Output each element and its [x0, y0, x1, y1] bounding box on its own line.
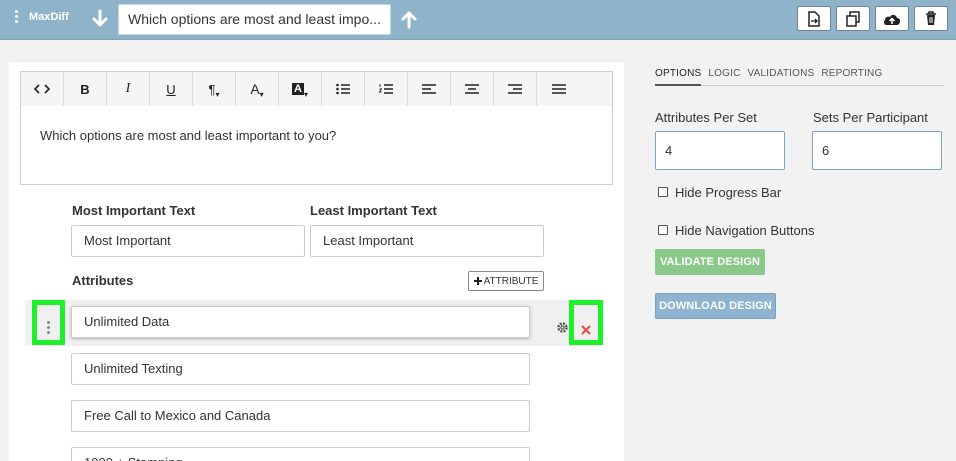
add-attribute-button[interactable]: ATTRIBUTE: [468, 271, 544, 291]
least-important-input[interactable]: Least Important: [310, 225, 544, 257]
background-color-button[interactable]: A ▾: [279, 72, 322, 106]
delete-attribute-icon[interactable]: [581, 323, 591, 338]
settings-tabs: OPTIONS LOGIC VALIDATIONS REPORTING: [655, 66, 944, 86]
attribute-input[interactable]: Unlimited Texting: [71, 353, 530, 385]
attributes-heading: Attributes: [72, 273, 134, 288]
bold-button[interactable]: B: [64, 72, 107, 106]
move-down-icon[interactable]: [91, 9, 109, 29]
sets-per-participant-label: Sets Per Participant: [813, 110, 928, 125]
align-left-icon: [422, 84, 436, 94]
sets-per-participant-input[interactable]: 6: [812, 131, 942, 170]
copy-icon: [846, 10, 860, 27]
cloud-upload-icon: [883, 14, 901, 25]
attribute-input[interactable]: Unlimited Data: [71, 306, 530, 338]
plus-icon: [473, 277, 482, 285]
code-view-button[interactable]: [21, 72, 64, 106]
hide-navigation-label: Hide Navigation Buttons: [675, 223, 815, 238]
upload-button[interactable]: [875, 6, 909, 31]
bullet-list-icon: [336, 83, 350, 95]
tab-reporting[interactable]: REPORTING: [821, 66, 882, 85]
highlight-icon: A: [292, 83, 304, 95]
hide-progress-bar-label: Hide Progress Bar: [675, 185, 782, 200]
export-button[interactable]: [797, 6, 831, 31]
move-up-icon[interactable]: [400, 9, 418, 29]
tab-logic[interactable]: LOGIC: [708, 66, 740, 85]
tab-options[interactable]: OPTIONS: [655, 66, 702, 86]
attributes-per-set-label: Attributes Per Set: [655, 110, 757, 125]
align-right-icon: [508, 84, 522, 94]
hide-progress-bar-checkbox[interactable]: [658, 187, 668, 197]
justify-icon: [551, 84, 566, 94]
question-text-editor[interactable]: Which options are most and least importa…: [20, 106, 613, 185]
font-color-button[interactable]: A ▾: [236, 72, 279, 106]
italic-button[interactable]: I: [107, 72, 150, 106]
download-design-button[interactable]: DOWNLOAD DESIGN: [655, 293, 776, 319]
tab-validations[interactable]: VALIDATIONS: [748, 66, 815, 85]
drag-handle-icon[interactable]: [47, 321, 51, 337]
rich-text-toolbar: B I U ¶ ▾ A ▾ A ▾: [20, 71, 613, 107]
question-title-input[interactable]: Which options are most and least impo...: [118, 4, 391, 35]
justify-button[interactable]: [537, 72, 580, 106]
validate-design-button[interactable]: VALIDATE DESIGN: [655, 249, 765, 275]
align-center-button[interactable]: [451, 72, 494, 106]
attribute-settings-icon[interactable]: [556, 321, 569, 337]
align-left-button[interactable]: [408, 72, 451, 106]
numbered-list-icon: [379, 84, 393, 94]
bullet-list-button[interactable]: [322, 72, 365, 106]
align-center-icon: [465, 84, 479, 94]
attributes-per-set-input[interactable]: 4: [655, 131, 785, 170]
file-export-icon: [808, 10, 820, 27]
most-important-input[interactable]: Most Important: [71, 225, 305, 257]
attribute-input[interactable]: Free Call to Mexico and Canada: [71, 400, 530, 432]
align-right-button[interactable]: [494, 72, 537, 106]
underline-button[interactable]: U: [150, 72, 193, 106]
delete-question-button[interactable]: [914, 6, 948, 31]
question-header-bar: MaxDiff Which options are most and least…: [0, 0, 956, 40]
attribute-input[interactable]: 1000 + Stamping: [71, 447, 530, 461]
hide-navigation-checkbox[interactable]: [658, 225, 668, 235]
code-icon: [34, 84, 50, 94]
question-menu-icon[interactable]: [15, 10, 19, 24]
numbered-list-button[interactable]: [365, 72, 408, 106]
add-attribute-label: ATTRIBUTE: [483, 275, 539, 287]
question-type-label: MaxDiff: [29, 11, 69, 23]
least-important-label: Least Important Text: [310, 203, 437, 218]
duplicate-button[interactable]: [836, 6, 870, 31]
trash-icon: [926, 11, 936, 25]
most-important-label: Most Important Text: [72, 203, 196, 218]
paragraph-button[interactable]: ¶ ▾: [193, 72, 236, 106]
